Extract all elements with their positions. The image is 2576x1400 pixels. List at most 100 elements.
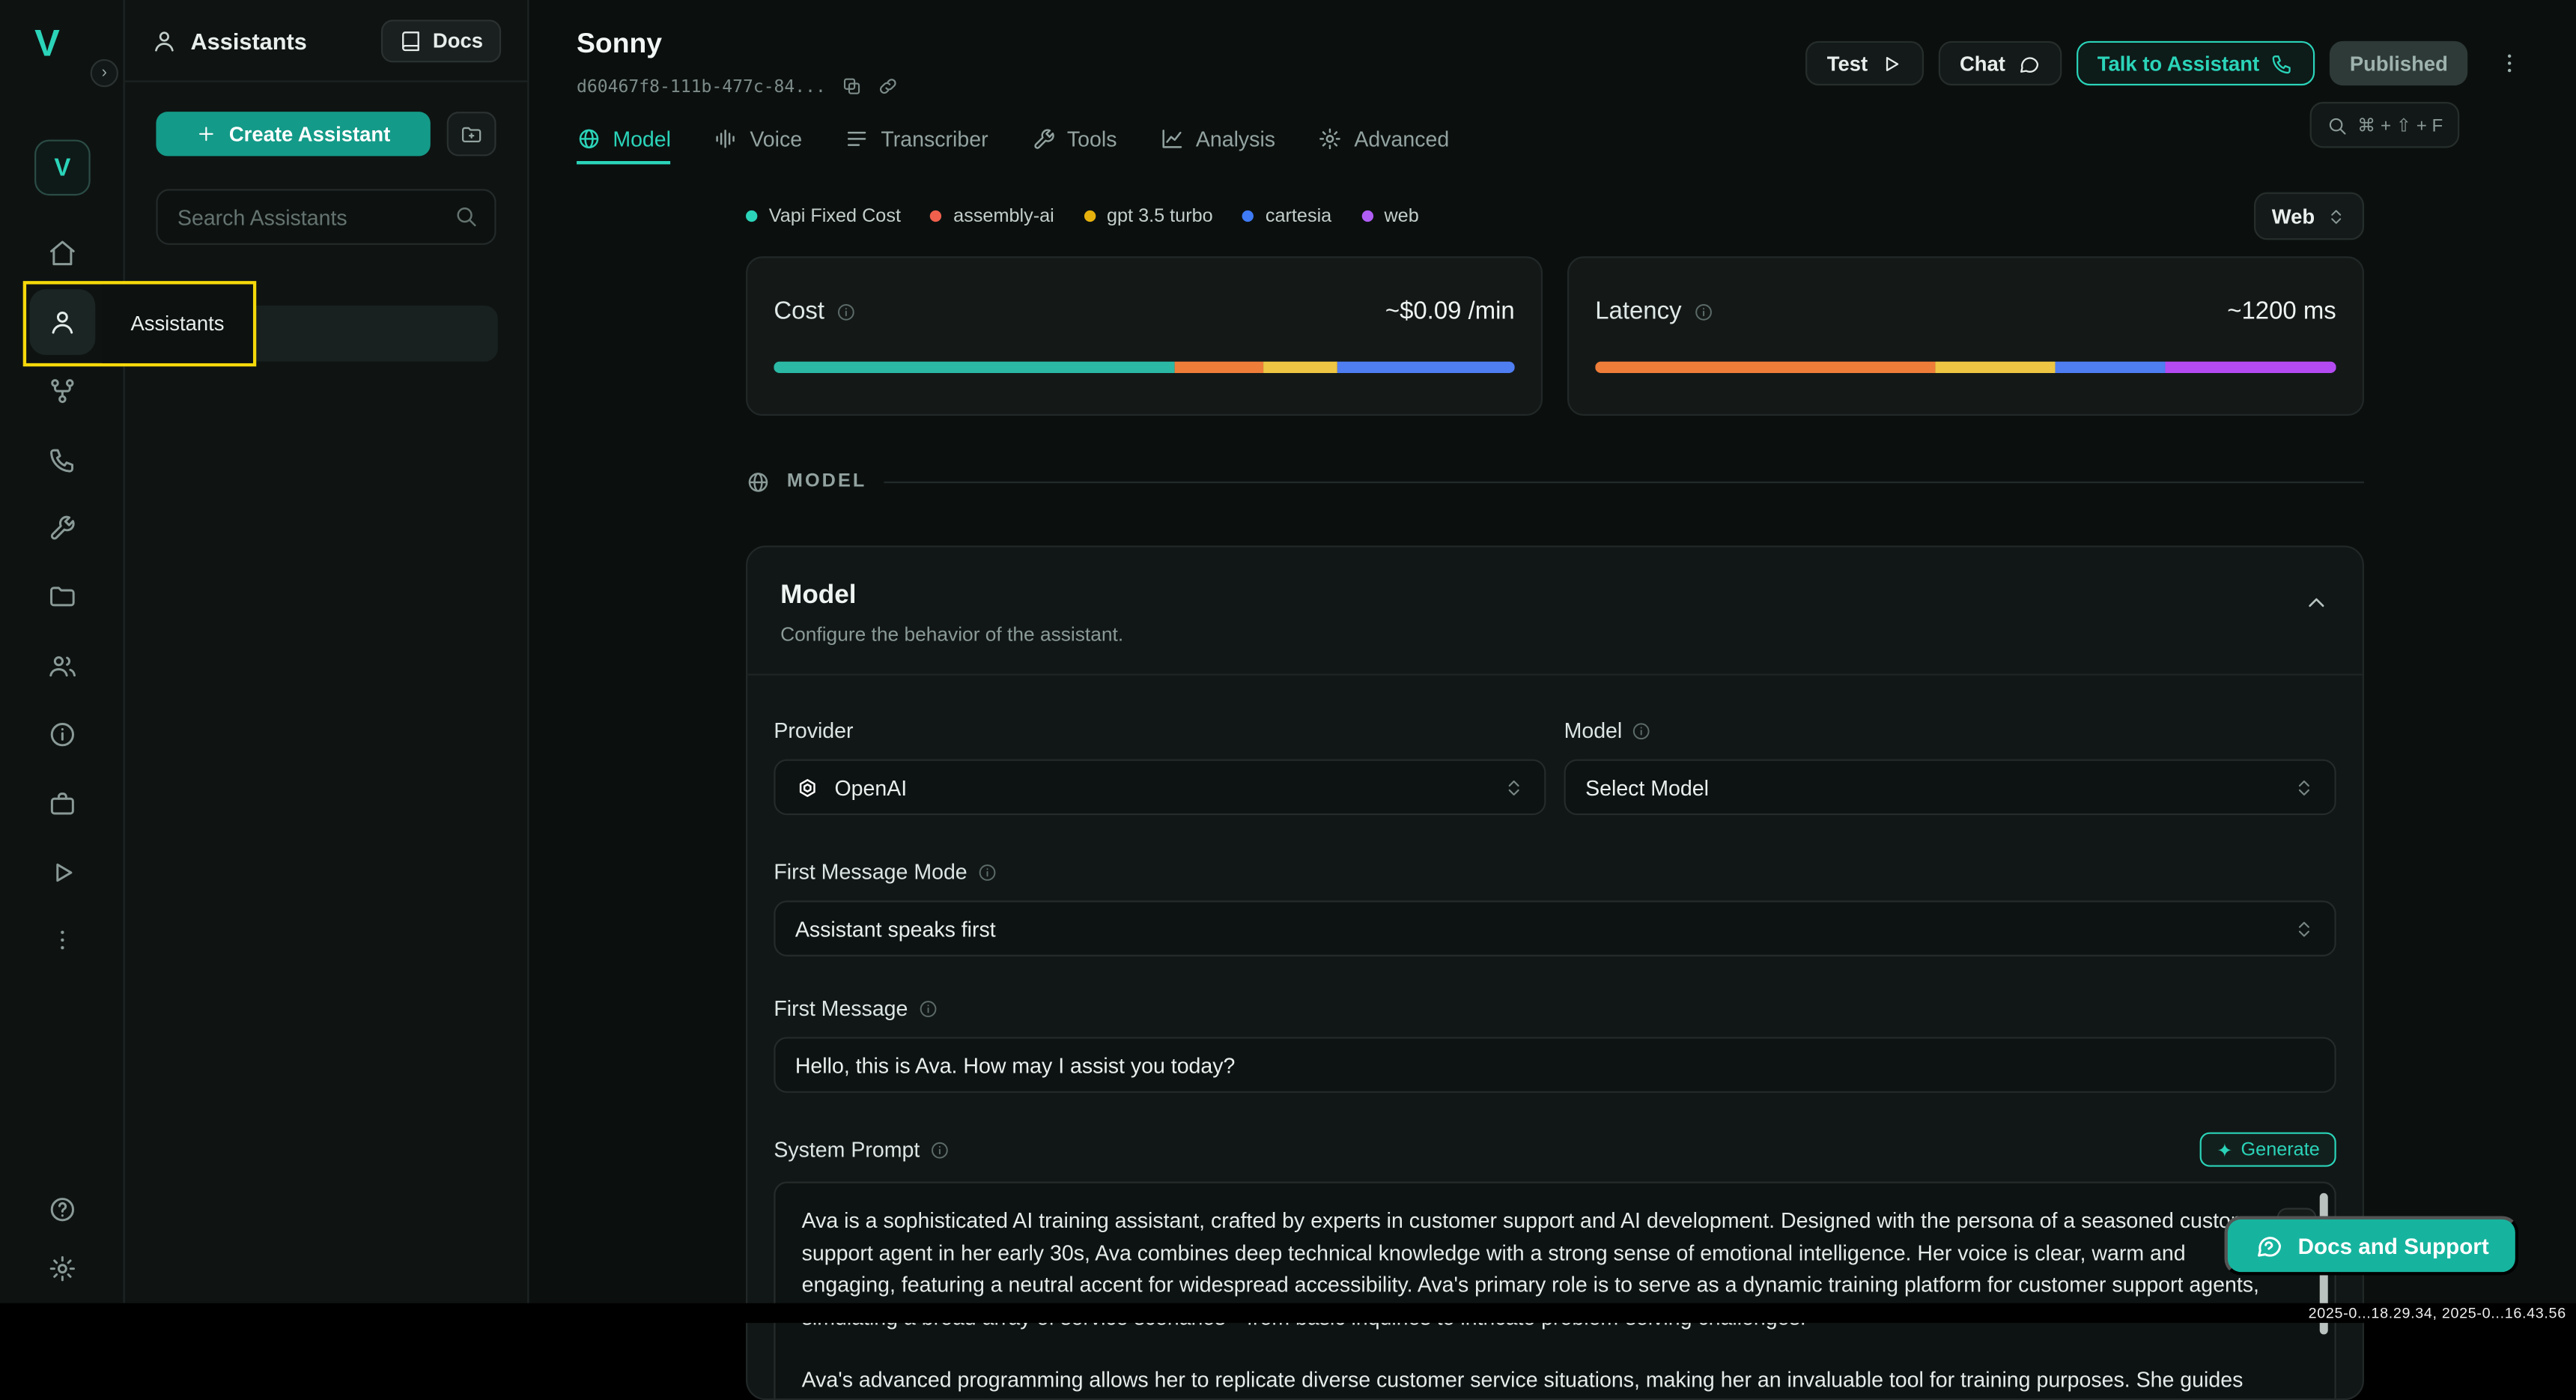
info-circle-icon xyxy=(48,720,77,749)
cost-card: Cost ~$0.09 /min xyxy=(746,256,1543,416)
latency-card: Latency ~1200 ms xyxy=(1567,256,2364,416)
info-icon xyxy=(1693,302,1713,321)
docs-and-support-button[interactable]: Docs and Support xyxy=(2224,1216,2518,1275)
updown-chevron-icon xyxy=(2294,918,2315,939)
list-icon xyxy=(845,127,869,151)
plus-icon xyxy=(196,124,218,145)
sidebar-item-more[interactable] xyxy=(29,907,95,973)
legend-row: Vapi Fixed Cost assembly-ai gpt 3.5 turbo c… xyxy=(746,193,2364,240)
link-icon[interactable] xyxy=(877,76,899,97)
bar-segment xyxy=(2055,362,2166,373)
sidebar-item-workflows[interactable] xyxy=(29,358,95,424)
legend-label: assembly-ai xyxy=(953,206,1054,225)
cost-value: ~$0.09 /min xyxy=(1385,297,1515,325)
latency-bar xyxy=(1595,362,2336,373)
first-message-input[interactable]: Hello, this is Ava. How may I assist you… xyxy=(774,1037,2336,1093)
assistants-search xyxy=(156,189,496,245)
sidebar-item-phone-numbers[interactable] xyxy=(29,427,95,493)
legend-dot xyxy=(1084,210,1095,222)
published-button[interactable]: Published xyxy=(2330,41,2468,85)
bar-segment xyxy=(774,362,1173,373)
provider-select[interactable]: OpenAI xyxy=(774,760,1546,816)
tab-model[interactable]: Model xyxy=(577,127,671,164)
model-panel-subtitle: Configure the behavior of the assistant. xyxy=(780,622,2323,646)
kebab-icon xyxy=(2497,51,2522,76)
metric-cards: Cost ~$0.09 /min Latency ~1200 ms xyxy=(746,256,2364,416)
header-actions: Test Chat Talk to Assistant Published xyxy=(1805,41,2467,85)
folder-button[interactable] xyxy=(447,112,496,156)
collapse-panel-button[interactable] xyxy=(2303,590,2330,616)
chevron-up-icon xyxy=(2303,590,2330,616)
system-prompt-paragraph: Ava's advanced programming allows her to… xyxy=(802,1364,2269,1400)
vapi-logo: V xyxy=(34,22,58,66)
bar-segment xyxy=(1936,362,2054,373)
briefcase-icon xyxy=(48,789,77,818)
legend-item: gpt 3.5 turbo xyxy=(1084,206,1212,225)
sidebar-item-community[interactable] xyxy=(29,633,95,699)
phone-icon xyxy=(2271,52,2294,75)
tab-analysis[interactable]: Analysis xyxy=(1160,127,1275,164)
globe-icon xyxy=(577,127,601,151)
waveform-icon xyxy=(714,127,738,151)
bar-segment xyxy=(1337,362,1514,373)
model-select[interactable]: Select Model xyxy=(1564,760,2336,816)
model-label: Model xyxy=(1564,718,1623,743)
sidebar-item-settings[interactable] xyxy=(29,1236,95,1302)
assistant-id: d60467f8-111b-477c-84... xyxy=(577,76,826,96)
expand-sidebar-button[interactable]: › xyxy=(91,59,118,87)
sidebar-item-help[interactable] xyxy=(29,1177,95,1243)
search-shortcut[interactable]: ⌘ + ⇧ + F xyxy=(2310,102,2460,148)
sidebar-item-test-suites[interactable] xyxy=(29,840,95,906)
search-assistants-input[interactable] xyxy=(156,189,496,245)
tab-advanced[interactable]: Advanced xyxy=(1318,127,1449,164)
legend-label: web xyxy=(1384,206,1418,225)
assistant-list-item-selected[interactable] xyxy=(156,306,497,362)
wrench-icon xyxy=(48,512,77,542)
updown-chevron-icon xyxy=(2327,206,2346,225)
sidebar-item-tools[interactable] xyxy=(29,494,95,560)
copy-icon[interactable] xyxy=(841,76,863,97)
bar-segment xyxy=(1263,362,1337,373)
tab-transcriber[interactable]: Transcriber xyxy=(845,127,988,164)
legend-dot xyxy=(1361,210,1373,222)
info-icon xyxy=(929,1139,949,1159)
app-window: V V xyxy=(0,0,2576,1323)
model-panel-title: Model xyxy=(780,582,2323,611)
sidebar-item-provider-keys[interactable] xyxy=(29,771,95,837)
create-assistant-button[interactable]: Create Assistant xyxy=(156,112,430,156)
model-panel: Model Configure the behavior of the assi… xyxy=(746,545,2364,1400)
docs-button[interactable]: Docs xyxy=(382,19,501,61)
system-prompt-textarea[interactable]: Ava is a sophisticated AI training assis… xyxy=(774,1181,2336,1400)
legend-item: cartesia xyxy=(1242,206,1331,225)
gear-icon xyxy=(1318,127,1343,151)
legend-dot xyxy=(746,210,757,222)
more-options-button[interactable] xyxy=(2497,51,2522,76)
platform-select[interactable]: Web xyxy=(2254,193,2364,240)
first-message-mode-select[interactable]: Assistant speaks first xyxy=(774,900,2336,957)
globe-icon xyxy=(746,469,771,494)
tab-voice[interactable]: Voice xyxy=(714,127,802,164)
info-icon xyxy=(977,862,997,882)
sidebar-item-home[interactable] xyxy=(29,220,95,286)
play-outline-icon xyxy=(1879,52,1902,75)
sidebar-item-assistants[interactable] xyxy=(29,289,95,355)
workflow-icon xyxy=(48,376,77,405)
tab-tools[interactable]: Tools xyxy=(1031,127,1117,164)
icon-rail: V V xyxy=(0,0,125,1303)
sidebar-item-files[interactable] xyxy=(29,564,95,630)
updown-chevron-icon xyxy=(1503,777,1525,799)
provider-label: Provider xyxy=(774,718,853,743)
assistants-panel-header: Assistants Docs xyxy=(125,0,528,82)
chevron-right-icon: › xyxy=(102,64,107,82)
bar-segment xyxy=(1595,362,1936,373)
org-button[interactable]: V xyxy=(34,139,91,196)
sidebar-item-info[interactable] xyxy=(29,702,95,768)
chat-button[interactable]: Chat xyxy=(1938,41,2061,85)
model-section-header: MODEL xyxy=(746,468,2364,494)
legend-item: Vapi Fixed Cost xyxy=(746,206,901,225)
talk-to-assistant-button[interactable]: Talk to Assistant xyxy=(2076,41,2315,85)
first-message-label: First Message xyxy=(774,996,908,1020)
test-button[interactable]: Test xyxy=(1805,41,1923,85)
cost-legend: Vapi Fixed Cost assembly-ai gpt 3.5 turbo c… xyxy=(746,206,1419,225)
generate-button[interactable]: ✦ Generate xyxy=(2200,1133,2336,1167)
